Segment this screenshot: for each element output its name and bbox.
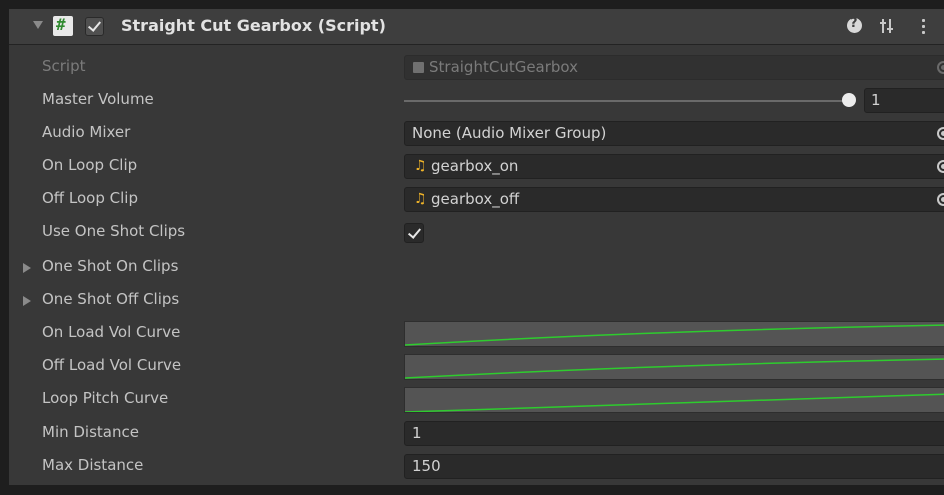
use-one-shot-clips-row: Use One Shot Clips: [9, 216, 944, 249]
curve-preview: [405, 393, 944, 412]
audio-mixer-field[interactable]: None (Audio Mixer Group): [404, 121, 944, 146]
min-distance-label: Min Distance: [42, 423, 139, 441]
min-distance-row: Min Distance 1: [9, 417, 944, 450]
master-volume-label: Master Volume: [42, 90, 154, 108]
component-enabled-checkbox[interactable]: [85, 17, 104, 36]
script-label: Script: [42, 57, 86, 75]
audio-mixer-value: None (Audio Mixer Group): [412, 124, 607, 142]
audio-clip-icon: ♫: [414, 191, 427, 207]
master-volume-value: 1: [871, 91, 881, 109]
max-distance-label: Max Distance: [42, 456, 144, 474]
max-distance-row: Max Distance 150: [9, 450, 944, 483]
expand-arrow-icon[interactable]: [23, 263, 31, 273]
loop-pitch-curve-row: Loop Pitch Curve: [9, 383, 944, 416]
off-loop-clip-label: Off Loop Clip: [42, 189, 138, 207]
object-picker-icon[interactable]: [937, 160, 944, 173]
master-volume-slider-track[interactable]: [404, 100, 844, 102]
curve-preview: [405, 358, 944, 379]
master-volume-input[interactable]: 1: [864, 88, 944, 113]
on-loop-clip-label: On Loop Clip: [42, 156, 138, 174]
help-icon[interactable]: [847, 16, 862, 33]
object-picker-icon[interactable]: [937, 127, 944, 140]
on-loop-clip-row: On Loop Clip ♫ gearbox_on: [9, 150, 944, 183]
off-loop-clip-field[interactable]: ♫ gearbox_off: [404, 187, 944, 212]
presets-icon[interactable]: [880, 18, 896, 34]
off-load-vol-curve-label: Off Load Vol Curve: [42, 356, 182, 374]
off-loop-clip-value: gearbox_off: [431, 190, 520, 208]
master-volume-slider-thumb[interactable]: [842, 93, 856, 107]
window-bottom-border: [0, 485, 944, 495]
audio-mixer-row: Audio Mixer None (Audio Mixer Group): [9, 117, 944, 150]
on-loop-clip-field[interactable]: ♫ gearbox_on: [404, 154, 944, 179]
object-picker-icon: [937, 61, 944, 74]
component-title: Straight Cut Gearbox (Script): [121, 16, 386, 35]
max-distance-value: 150: [412, 457, 441, 475]
on-load-vol-curve-field[interactable]: [404, 321, 944, 347]
audio-clip-icon: ♫: [414, 158, 427, 174]
audio-mixer-label: Audio Mixer: [42, 123, 131, 141]
script-icon: [53, 15, 73, 36]
off-loop-clip-row: Off Loop Clip ♫ gearbox_off: [9, 183, 944, 216]
collapse-arrow-icon[interactable]: [33, 21, 43, 29]
off-load-vol-curve-field[interactable]: [404, 354, 944, 380]
loop-pitch-curve-label: Loop Pitch Curve: [42, 389, 169, 407]
on-loop-clip-value: gearbox_on: [431, 157, 519, 175]
expand-arrow-icon[interactable]: [23, 296, 31, 306]
script-asset-icon: [413, 62, 424, 73]
on-load-vol-curve-row: On Load Vol Curve: [9, 317, 944, 350]
component-header[interactable]: Straight Cut Gearbox (Script): [9, 9, 944, 45]
one-shot-off-clips-label[interactable]: One Shot Off Clips: [42, 290, 179, 308]
use-one-shot-clips-label: Use One Shot Clips: [42, 222, 186, 240]
one-shot-on-clips-row[interactable]: One Shot On Clips: [9, 251, 944, 284]
off-load-vol-curve-row: Off Load Vol Curve: [9, 350, 944, 383]
window-left-border: [0, 0, 9, 495]
master-volume-row: Master Volume 1: [9, 84, 944, 117]
min-distance-input[interactable]: 1: [404, 421, 944, 446]
context-menu-icon[interactable]: [922, 18, 926, 34]
min-distance-value: 1: [412, 424, 422, 442]
one-shot-on-clips-label[interactable]: One Shot On Clips: [42, 257, 178, 275]
curve-preview: [405, 324, 944, 346]
object-picker-icon[interactable]: [937, 193, 944, 206]
loop-pitch-curve-field[interactable]: [404, 387, 944, 413]
window-top-border: [0, 0, 944, 9]
max-distance-input[interactable]: 150: [404, 454, 944, 479]
script-row: Script StraightCutGearbox: [9, 51, 944, 84]
script-field: StraightCutGearbox: [404, 55, 944, 80]
one-shot-off-clips-row[interactable]: One Shot Off Clips: [9, 284, 944, 317]
script-value: StraightCutGearbox: [429, 58, 579, 76]
use-one-shot-clips-checkbox[interactable]: [404, 223, 424, 243]
on-load-vol-curve-label: On Load Vol Curve: [42, 323, 181, 341]
